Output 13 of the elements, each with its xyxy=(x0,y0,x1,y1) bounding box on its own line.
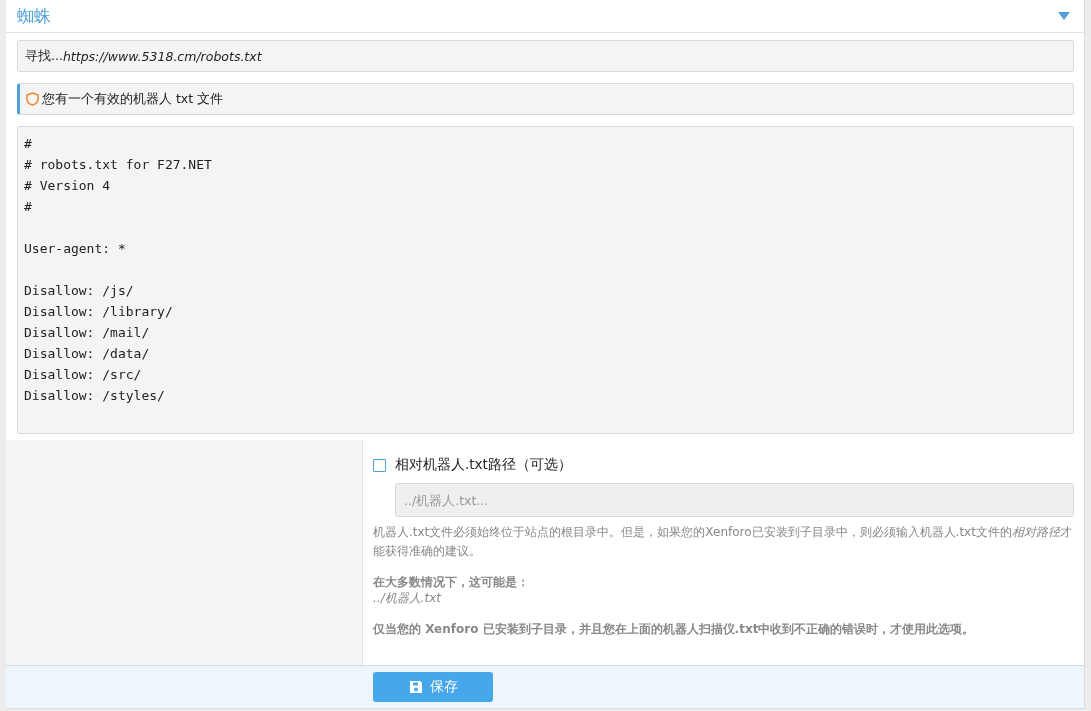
shield-icon xyxy=(26,92,39,106)
hint-title: 在大多数情况下，这可能是： xyxy=(373,574,530,590)
notice-text: 您有一个有效的机器人 txt 文件 xyxy=(42,90,224,108)
explanation-text: 机器人.txt文件必须始终位于站点的根目录中。但是，如果您的Xenforo已安装到子目录中，则必须输入机器人.txt文件的相对路径才能获得准确的建议。 xyxy=(373,524,1073,560)
robots-file-content: # # robots.txt for F27.NET # Version 4 # User-agent: * Disallow: /js/ Disallow: /library/ Disallow: /mail/ Disallow: /data/ Disallow: /src/ Disallow: /styles/ xyxy=(17,126,1074,434)
section-title[interactable]: 蜘蛛 xyxy=(17,4,51,28)
hint-example: ../机器人.txt xyxy=(373,590,443,606)
relative-path-input[interactable]: ../机器人.txt... xyxy=(395,483,1074,517)
save-button[interactable]: 保存 xyxy=(373,672,493,702)
note-text: 仅当您的 Xenforo 已安装到子目录，并且您在上面的机器人扫描仪.txt中收到不正确的错误时，才使用此选项。 xyxy=(373,621,976,638)
caret-icon[interactable] xyxy=(1058,12,1070,20)
relative-path-checkbox[interactable]: 相对机器人.txt路径（可选） xyxy=(373,456,572,474)
search-status-text: 寻找...https://www.5318.cm/robots.txt xyxy=(17,40,1074,72)
